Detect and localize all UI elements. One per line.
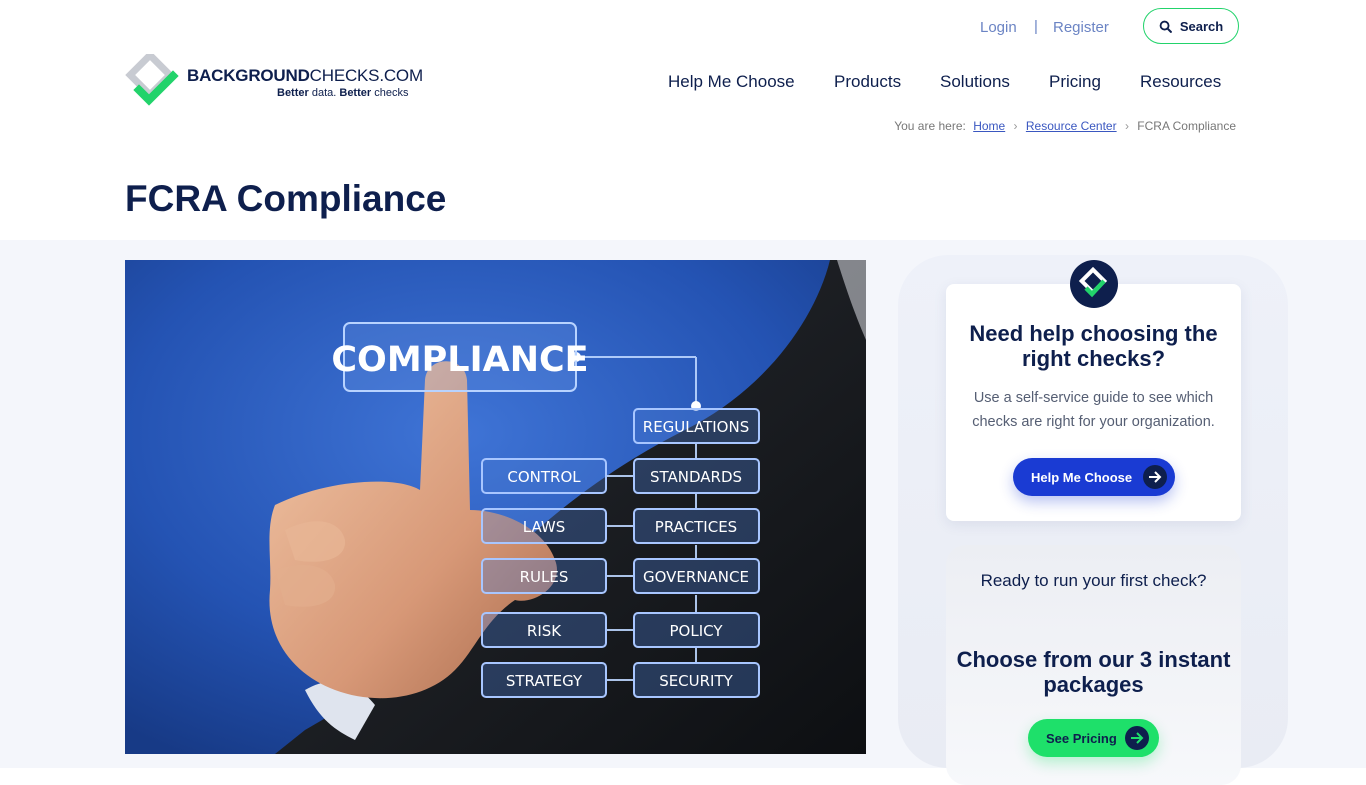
hero-right-label: POLICY: [669, 622, 723, 640]
nav-item-solutions[interactable]: Solutions: [940, 72, 1010, 92]
help-card: Need help choosing the right checks? Use…: [946, 284, 1241, 521]
arrow-right-icon: [1125, 726, 1149, 750]
pricing-card: Ready to run your first check? Choose fr…: [946, 545, 1241, 785]
nav-item-products[interactable]: Products: [834, 72, 901, 92]
breadcrumb-prefix: You are here:: [894, 119, 966, 133]
site-logo[interactable]: BACKGROUNDCHECKS.COM Better data. Better…: [125, 54, 445, 108]
hero-compliance-label: COMPLIANCE: [331, 340, 588, 380]
breadcrumb: You are here: Home › Resource Center › F…: [894, 119, 1236, 133]
pricing-card-headline: Choose from our 3 instant packages: [956, 647, 1231, 697]
login-link[interactable]: Login: [980, 19, 1017, 36]
hero-right-label: PRACTICES: [655, 518, 737, 536]
hero-left-label: STRATEGY: [506, 672, 583, 690]
logo-tagline: Better data. Better checks: [277, 87, 409, 99]
search-button-label: Search: [1179, 18, 1224, 34]
help-me-choose-button[interactable]: Help Me Choose: [1013, 458, 1175, 496]
help-me-choose-button-label: Help Me Choose: [1031, 469, 1133, 485]
hero-right-label: SECURITY: [659, 672, 733, 690]
nav-item-pricing[interactable]: Pricing: [1049, 72, 1101, 92]
hero-left-label: RISK: [527, 622, 562, 640]
help-card-body: Use a self-service guide to see which ch…: [972, 390, 1215, 430]
breadcrumb-home-link[interactable]: Home: [973, 119, 1005, 133]
breadcrumb-chevron-icon: ›: [1013, 119, 1018, 133]
nav-item-help-me-choose[interactable]: Help Me Choose: [668, 72, 795, 92]
nav-item-resources[interactable]: Resources: [1140, 72, 1221, 92]
pricing-card-question: Ready to run your first check?: [980, 571, 1207, 590]
hero-right-label: REGULATIONS: [643, 418, 749, 436]
hero-right-label: STANDARDS: [650, 468, 742, 486]
hero-left-label: LAWS: [523, 518, 566, 536]
hero-left-label: RULES: [520, 568, 569, 586]
logo-wordmark: BACKGROUNDCHECKS.COM: [187, 66, 423, 85]
breadcrumb-current: FCRA Compliance: [1137, 119, 1236, 133]
breadcrumb-resource-center-link[interactable]: Resource Center: [1026, 119, 1117, 133]
hero-right-label: GOVERNANCE: [643, 568, 749, 586]
search-icon: [1159, 20, 1172, 33]
register-link[interactable]: Register: [1053, 19, 1109, 36]
arrow-right-icon: [1143, 465, 1167, 489]
page-title: FCRA Compliance: [125, 178, 447, 219]
help-card-logo-icon: [1070, 260, 1118, 308]
utility-bar: Login | Register Search: [0, 8, 1366, 48]
see-pricing-button-label: See Pricing: [1046, 730, 1117, 746]
logo-mark-icon: [125, 54, 179, 106]
search-button[interactable]: Search: [1143, 8, 1239, 44]
utility-separator: |: [1034, 18, 1038, 35]
hero-image: COMPLIANCE CONTROL LAWS RULES RISK STRAT…: [125, 260, 866, 754]
breadcrumb-chevron-icon: ›: [1124, 119, 1129, 133]
hero-left-label: CONTROL: [507, 468, 581, 486]
see-pricing-button[interactable]: See Pricing: [1028, 719, 1159, 757]
help-card-title: Need help choosing the right checks?: [969, 321, 1218, 371]
